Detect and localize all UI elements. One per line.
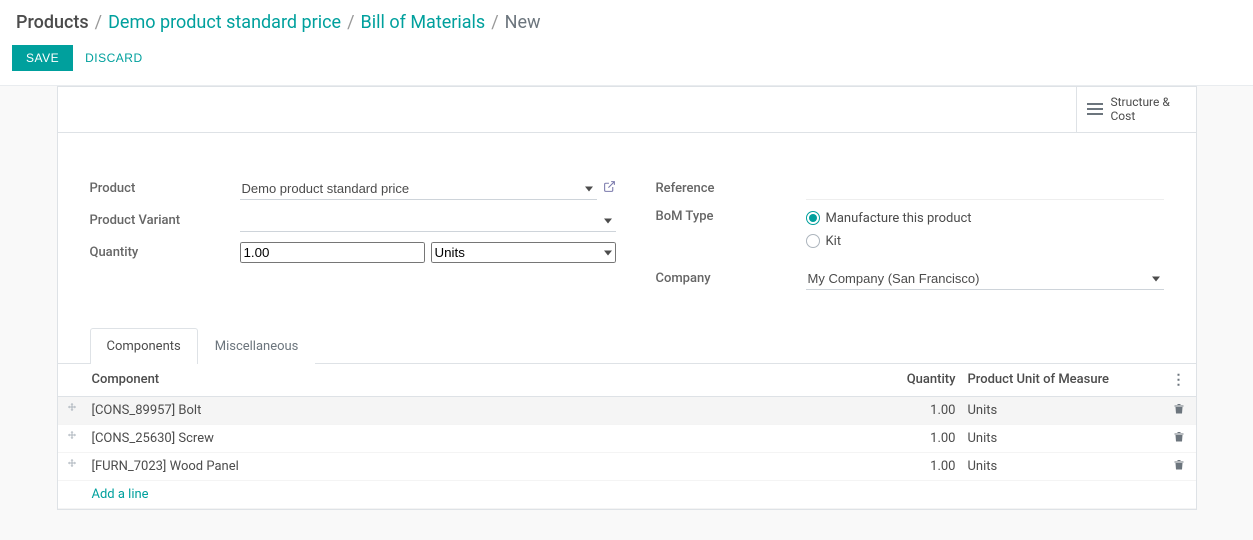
breadcrumb-current: New bbox=[505, 12, 541, 33]
component-name-cell[interactable]: [FURN_7023] Wood Panel bbox=[86, 452, 862, 480]
product-variant-label: Product Variant bbox=[90, 213, 240, 228]
quantity-uom-input[interactable] bbox=[431, 242, 616, 263]
tab-miscellaneous[interactable]: Miscellaneous bbox=[198, 328, 316, 364]
action-bar: SAVE DISCARD bbox=[0, 39, 1253, 86]
structure-cost-button[interactable]: Structure & Cost bbox=[1076, 87, 1196, 132]
component-qty-cell[interactable]: 1.00 bbox=[862, 452, 962, 480]
breadcrumb: Products / Demo product standard price /… bbox=[0, 0, 1253, 39]
bom-type-kit-radio[interactable]: Kit bbox=[806, 234, 972, 249]
structure-cost-label: Structure & Cost bbox=[1111, 95, 1186, 124]
external-link-icon[interactable] bbox=[603, 180, 616, 197]
radio-unchecked-icon bbox=[806, 234, 820, 248]
delete-row-icon[interactable] bbox=[1162, 396, 1196, 424]
bars-icon bbox=[1087, 102, 1103, 116]
add-line-button[interactable]: Add a line bbox=[86, 480, 1196, 508]
reference-label: Reference bbox=[656, 181, 806, 196]
column-uom: Product Unit of Measure bbox=[962, 364, 1162, 397]
product-label: Product bbox=[90, 181, 240, 196]
component-uom-cell[interactable]: Units bbox=[962, 452, 1162, 480]
bom-type-manufacture-radio[interactable]: Manufacture this product bbox=[806, 211, 972, 226]
component-uom-cell[interactable]: Units bbox=[962, 424, 1162, 452]
form-sheet: Structure & Cost Product bbox=[57, 86, 1197, 510]
bom-type-radio-group: Manufacture this product Kit bbox=[806, 209, 972, 249]
drag-handle-icon[interactable] bbox=[58, 452, 86, 480]
save-button[interactable]: SAVE bbox=[12, 45, 73, 71]
tabs: Components Miscellaneous Component Quant… bbox=[58, 327, 1196, 509]
table-row[interactable]: [FURN_7023] Wood Panel1.00Units bbox=[58, 452, 1196, 480]
product-input[interactable] bbox=[240, 178, 597, 200]
drag-handle-icon[interactable] bbox=[58, 396, 86, 424]
bom-type-label: BoM Type bbox=[656, 209, 806, 224]
components-table: Component Quantity Product Unit of Measu… bbox=[58, 364, 1196, 509]
tab-components[interactable]: Components bbox=[90, 328, 198, 364]
company-input[interactable] bbox=[806, 268, 1164, 290]
tab-nav: Components Miscellaneous bbox=[58, 327, 1196, 363]
delete-row-icon[interactable] bbox=[1162, 424, 1196, 452]
company-label: Company bbox=[656, 271, 806, 286]
breadcrumb-bom[interactable]: Bill of Materials bbox=[361, 12, 486, 33]
quantity-input[interactable] bbox=[240, 242, 425, 263]
column-component: Component bbox=[86, 364, 862, 397]
product-variant-input[interactable] bbox=[240, 210, 616, 232]
component-qty-cell[interactable]: 1.00 bbox=[862, 396, 962, 424]
radio-checked-icon bbox=[806, 211, 820, 225]
component-qty-cell[interactable]: 1.00 bbox=[862, 424, 962, 452]
drag-handle-icon[interactable] bbox=[58, 424, 86, 452]
discard-button[interactable]: DISCARD bbox=[85, 45, 143, 71]
quantity-label: Quantity bbox=[90, 245, 240, 260]
breadcrumb-product-name[interactable]: Demo product standard price bbox=[108, 12, 341, 33]
delete-row-icon[interactable] bbox=[1162, 452, 1196, 480]
reference-input[interactable] bbox=[806, 178, 1164, 200]
form-left-column: Product Product Variant bbox=[90, 177, 616, 299]
component-name-cell[interactable]: [CONS_89957] Bolt bbox=[86, 396, 862, 424]
component-uom-cell[interactable]: Units bbox=[962, 396, 1162, 424]
breadcrumb-separator: / bbox=[95, 12, 102, 33]
component-name-cell[interactable]: [CONS_25630] Screw bbox=[86, 424, 862, 452]
table-row[interactable]: [CONS_89957] Bolt1.00Units bbox=[58, 396, 1196, 424]
table-row[interactable]: [CONS_25630] Screw1.00Units bbox=[58, 424, 1196, 452]
form-sheet-background: Structure & Cost Product bbox=[0, 86, 1253, 540]
stat-bar: Structure & Cost bbox=[58, 87, 1196, 133]
breadcrumb-separator: / bbox=[347, 12, 354, 33]
form-content: Product Product Variant bbox=[58, 133, 1196, 299]
kebab-icon[interactable] bbox=[1168, 372, 1190, 388]
form-right-column: Reference BoM Type Manufacture this prod… bbox=[656, 177, 1164, 299]
bom-type-manufacture-label: Manufacture this product bbox=[826, 211, 972, 226]
breadcrumb-separator: / bbox=[491, 12, 498, 33]
bom-type-kit-label: Kit bbox=[826, 234, 842, 249]
column-quantity: Quantity bbox=[862, 364, 962, 397]
breadcrumb-products[interactable]: Products bbox=[16, 12, 89, 33]
